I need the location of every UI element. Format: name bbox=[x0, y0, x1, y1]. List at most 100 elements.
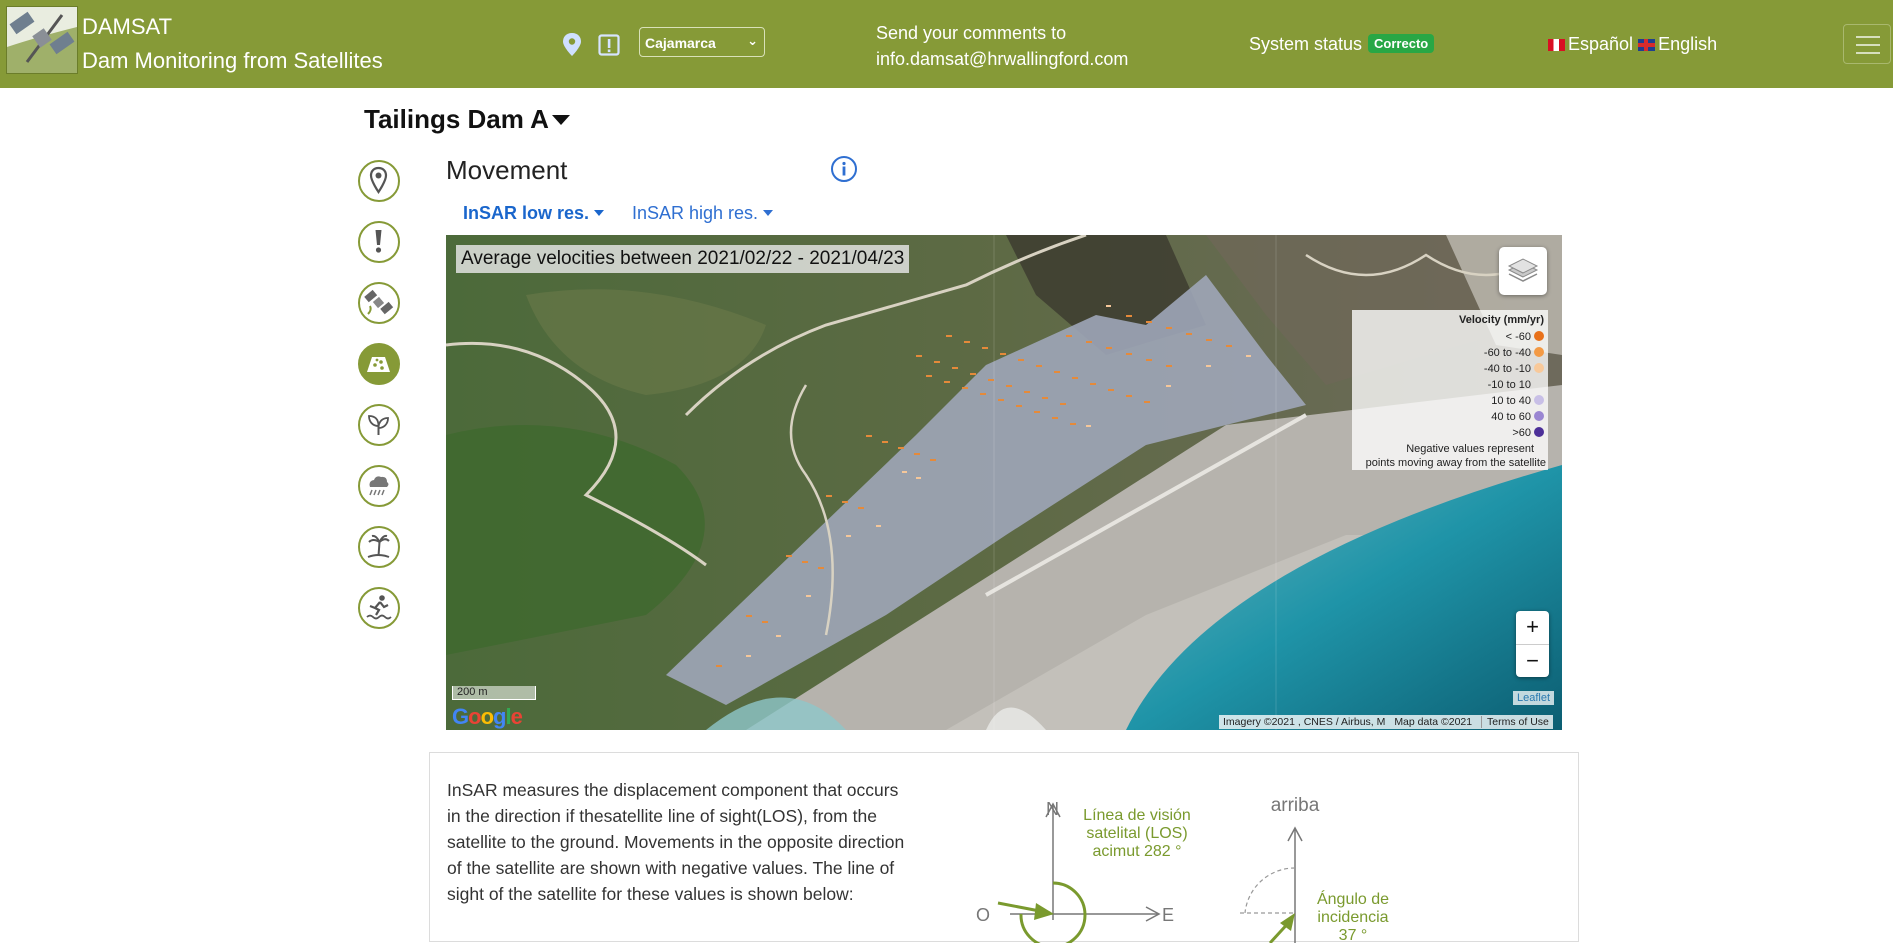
legend-swatch bbox=[1534, 427, 1544, 437]
compass-north: N bbox=[1046, 799, 1059, 819]
app-name: DAMSAT bbox=[82, 14, 173, 39]
lang-en-label: English bbox=[1658, 34, 1718, 54]
terms-link[interactable]: Terms of Use bbox=[1481, 716, 1549, 728]
hamburger-menu-button[interactable] bbox=[1843, 24, 1891, 64]
zoom-in-button[interactable]: + bbox=[1516, 611, 1549, 645]
tab-label: InSAR high res. bbox=[632, 203, 759, 223]
top-navbar: DAMSAT Dam Monitoring from Satellites Ca… bbox=[0, 0, 1893, 88]
alert-square-icon[interactable] bbox=[597, 32, 621, 58]
legend-label: < -60 bbox=[1505, 331, 1531, 343]
layers-control-button[interactable] bbox=[1499, 247, 1547, 295]
imagery-attribution: Imagery ©2021 , CNES / Airbus, M bbox=[1223, 716, 1386, 728]
legend-note-line: Negative values represent bbox=[1406, 443, 1534, 455]
chevron-down-icon: ⌄ bbox=[747, 33, 758, 48]
uk-flag-icon bbox=[1638, 39, 1656, 51]
region-select[interactable]: Cajamarca ⌄ bbox=[639, 27, 765, 57]
rail-location-button[interactable] bbox=[358, 160, 400, 202]
hamburger-line bbox=[1856, 52, 1880, 54]
app-subtitle: Dam Monitoring from Satellites bbox=[82, 48, 383, 73]
system-status: System status Correcto bbox=[1249, 34, 1435, 55]
legend-label: 40 to 60 bbox=[1491, 411, 1531, 423]
palm-tree-icon bbox=[367, 534, 390, 558]
dam-selector[interactable]: Tailings Dam A bbox=[364, 104, 549, 135]
legend-note-line: points moving away from the satellite bbox=[1365, 457, 1546, 469]
map-pin-icon bbox=[369, 166, 388, 194]
caret-down-icon[interactable] bbox=[552, 115, 570, 125]
rail-alerts-button[interactable] bbox=[358, 221, 400, 263]
legend-row: -10 to 10 bbox=[1488, 378, 1544, 392]
legend-swatch bbox=[1534, 363, 1544, 373]
zoom-out-button[interactable]: − bbox=[1516, 645, 1549, 678]
los-label-line: acimut 282 ° bbox=[1092, 843, 1181, 860]
rail-movement-button[interactable] bbox=[358, 343, 400, 385]
tab-insar-high-res[interactable]: InSAR high res. bbox=[632, 203, 774, 224]
legend-row: -40 to -10 bbox=[1484, 362, 1544, 376]
legend-swatch bbox=[1534, 379, 1544, 389]
layers-icon bbox=[1507, 258, 1539, 282]
lang-es-link[interactable]: Español bbox=[1548, 34, 1633, 54]
rail-vegetation-button[interactable] bbox=[358, 404, 400, 446]
map-attribution: Imagery ©2021 , CNES / Airbus, M Map dat… bbox=[1219, 715, 1553, 729]
satellite-icon bbox=[364, 289, 394, 315]
compass-west: O bbox=[976, 905, 990, 925]
legend-swatch bbox=[1534, 331, 1544, 341]
map-caption: Average velocities between 2021/02/22 - … bbox=[456, 245, 910, 273]
exclamation-icon bbox=[375, 230, 382, 253]
peru-flag-icon bbox=[1548, 39, 1565, 51]
region-select-value: Cajamarca bbox=[645, 35, 716, 51]
incidence-label-line: incidencia bbox=[1317, 909, 1388, 926]
los-label-line: Línea de visión bbox=[1083, 807, 1191, 824]
zoom-control: + − bbox=[1516, 611, 1549, 677]
legend-note: Negative values represent points moving … bbox=[1366, 442, 1546, 470]
comments-email-link[interactable]: info.damsat@hrwallingford.com bbox=[876, 46, 1128, 72]
rail-flood-button[interactable] bbox=[358, 587, 400, 629]
legend-label: >60 bbox=[1512, 427, 1531, 439]
system-status-label: System status bbox=[1249, 34, 1363, 54]
legend-swatch bbox=[1534, 395, 1544, 405]
los-diagram: N O E Línea de visión satelital (LOS) ac… bbox=[976, 795, 1389, 943]
explanation-text: InSAR measures the displacement componen… bbox=[447, 780, 905, 904]
map-data-attribution: Map data ©2021 bbox=[1394, 716, 1473, 728]
info-circle-icon[interactable] bbox=[830, 155, 858, 188]
legend-label: -40 to -10 bbox=[1483, 363, 1531, 375]
legend-row: -60 to -40 bbox=[1484, 346, 1544, 360]
comments-block: Send your comments to info.damsat@hrwall… bbox=[876, 20, 1128, 72]
dam-icon bbox=[367, 357, 390, 372]
hamburger-line bbox=[1856, 44, 1880, 46]
tab-label: InSAR low res. bbox=[463, 203, 590, 223]
legend-row: >60 bbox=[1512, 426, 1544, 440]
lang-es-label: Español bbox=[1568, 34, 1634, 54]
rail-rainfall-button[interactable] bbox=[358, 465, 400, 507]
leaf-icon bbox=[368, 415, 389, 435]
legend-label: -10 to 10 bbox=[1487, 379, 1531, 391]
legend-title: Velocity (mm/yr) bbox=[1459, 314, 1544, 326]
legend-label: 10 to 40 bbox=[1491, 395, 1531, 407]
legend-row: < -60 bbox=[1506, 330, 1544, 344]
section-title: Movement bbox=[446, 155, 568, 185]
scale-bar: 200 m bbox=[452, 686, 536, 700]
leaflet-link[interactable]: Leaflet bbox=[1513, 691, 1555, 705]
comments-label: Send your comments to bbox=[876, 23, 1067, 43]
compass-east: E bbox=[1162, 905, 1174, 925]
tab-insar-low-res[interactable]: InSAR low res. bbox=[463, 203, 605, 224]
language-switcher: Español English bbox=[1548, 34, 1717, 55]
google-logo: Google bbox=[452, 704, 523, 729]
caret-down-icon bbox=[763, 210, 774, 216]
legend-swatch bbox=[1534, 347, 1544, 357]
explanation-panel: InSAR measures the displacement componen… bbox=[429, 752, 1579, 943]
legend-swatch bbox=[1534, 411, 1544, 421]
map-pin-icon[interactable] bbox=[560, 32, 584, 58]
up-label: arriba bbox=[1271, 795, 1320, 816]
insar-map[interactable]: Average velocities between 2021/02/22 - … bbox=[446, 235, 1562, 730]
person-flood-icon bbox=[366, 595, 392, 620]
lang-en-link[interactable]: English bbox=[1638, 34, 1717, 54]
incidence-label-line: Ángulo de bbox=[1317, 889, 1389, 908]
damsat-logo[interactable] bbox=[6, 6, 78, 74]
velocity-legend: Velocity (mm/yr) < -60 -60 to -40 -40 to… bbox=[1352, 310, 1548, 470]
caret-down-icon bbox=[594, 210, 605, 216]
rail-climate-button[interactable] bbox=[358, 526, 400, 568]
incidence-label-line: 37 ° bbox=[1339, 927, 1368, 943]
los-label-line: satelital (LOS) bbox=[1086, 825, 1187, 842]
legend-row: 10 to 40 bbox=[1491, 394, 1544, 408]
rail-satellite-button[interactable] bbox=[358, 282, 400, 324]
